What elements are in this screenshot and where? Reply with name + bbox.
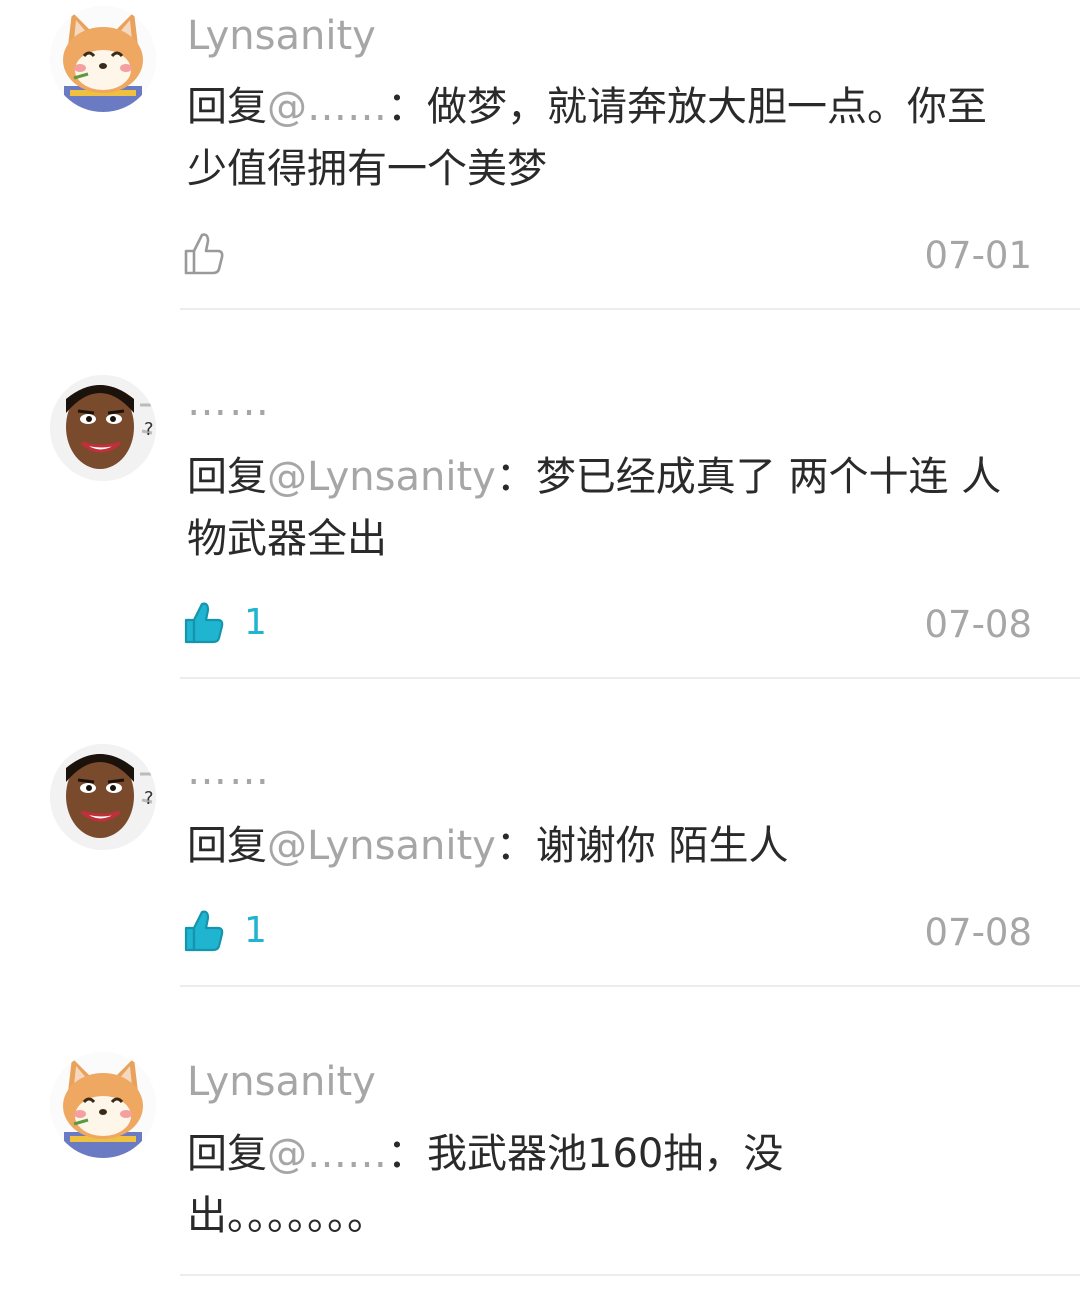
- comment-text: 回复@……：我武器池160抽，没 出。。。。。。。: [187, 1123, 1027, 1247]
- reply-mention[interactable]: @Lynsanity: [267, 823, 496, 869]
- svg-text:?: ?: [144, 419, 154, 440]
- divider: [180, 985, 1080, 987]
- like-button[interactable]: 1: [182, 599, 267, 647]
- thumbs-up-filled-icon: [184, 602, 224, 644]
- thumbs-up-outline-icon: [184, 233, 224, 275]
- comment-text-line: 回复@……：我武器池160抽，没: [187, 1123, 1027, 1185]
- comment-text-line: 回复@Lynsanity：谢谢你 陌生人: [187, 815, 1027, 877]
- comment-username[interactable]: Lynsanity: [187, 16, 376, 56]
- comment-text-body: 谢谢你 陌生人: [535, 823, 789, 869]
- reply-mention[interactable]: @Lynsanity: [267, 454, 496, 500]
- comment-text-body: 我武器池160抽，没: [427, 1131, 784, 1177]
- divider: [180, 677, 1080, 679]
- comment-text-line: 出。。。。。。。: [187, 1193, 387, 1239]
- reply-prefix: 回复: [187, 454, 267, 500]
- reply-prefix: 回复: [187, 823, 267, 869]
- comment-text: 回复@Lynsanity：梦已经成真了 两个十连 人 物武器全出: [187, 446, 1027, 570]
- meme-man-avatar-icon[interactable]: ?: [50, 744, 156, 850]
- comment-username[interactable]: Lynsanity: [187, 1062, 376, 1102]
- reply-colon: ：: [387, 84, 427, 130]
- comment-text-body: 梦已经成真了 两个十连 人: [535, 454, 1002, 500]
- thumbs-up-filled-icon: [184, 910, 224, 952]
- reply-prefix: 回复: [187, 1131, 267, 1177]
- reply-colon: ：: [387, 1131, 427, 1177]
- divider: [180, 1274, 1080, 1276]
- comment-username[interactable]: ……: [187, 751, 271, 791]
- comment-text-line: 回复@Lynsanity：梦已经成真了 两个十连 人: [187, 446, 1027, 508]
- like-button[interactable]: [182, 230, 226, 278]
- shiba-dog-avatar-icon[interactable]: [50, 6, 156, 112]
- like-count: 1: [244, 602, 267, 643]
- reply-colon: ：: [495, 823, 536, 869]
- like-count: 1: [244, 910, 267, 951]
- divider: [180, 308, 1080, 310]
- comment-text: 回复@Lynsanity：谢谢你 陌生人: [187, 815, 1027, 877]
- like-button[interactable]: 1: [182, 907, 267, 955]
- shiba-dog-avatar-icon[interactable]: [50, 1052, 156, 1158]
- comment-text-line: 少值得拥有一个美梦: [187, 146, 547, 192]
- reply-colon: ：: [495, 454, 536, 500]
- comment-date: 07-01: [924, 234, 1032, 277]
- comment-text-line: 回复@……：做梦，就请奔放大胆一点。你至: [187, 76, 1027, 138]
- comment-text: 回复@……：做梦，就请奔放大胆一点。你至 少值得拥有一个美梦: [187, 76, 1027, 200]
- comment-username[interactable]: ……: [187, 382, 271, 422]
- reply-mention[interactable]: @……: [267, 84, 387, 130]
- meme-man-avatar-icon[interactable]: ?: [50, 375, 156, 481]
- comment-date: 07-08: [924, 911, 1032, 954]
- comment-text-body: 做梦，就请奔放大胆一点。你至: [427, 84, 987, 130]
- comment-date: 07-08: [924, 603, 1032, 646]
- comment-text-line: 物武器全出: [187, 516, 387, 562]
- svg-text:?: ?: [144, 788, 154, 809]
- reply-mention[interactable]: @……: [267, 1131, 387, 1177]
- reply-prefix: 回复: [187, 84, 267, 130]
